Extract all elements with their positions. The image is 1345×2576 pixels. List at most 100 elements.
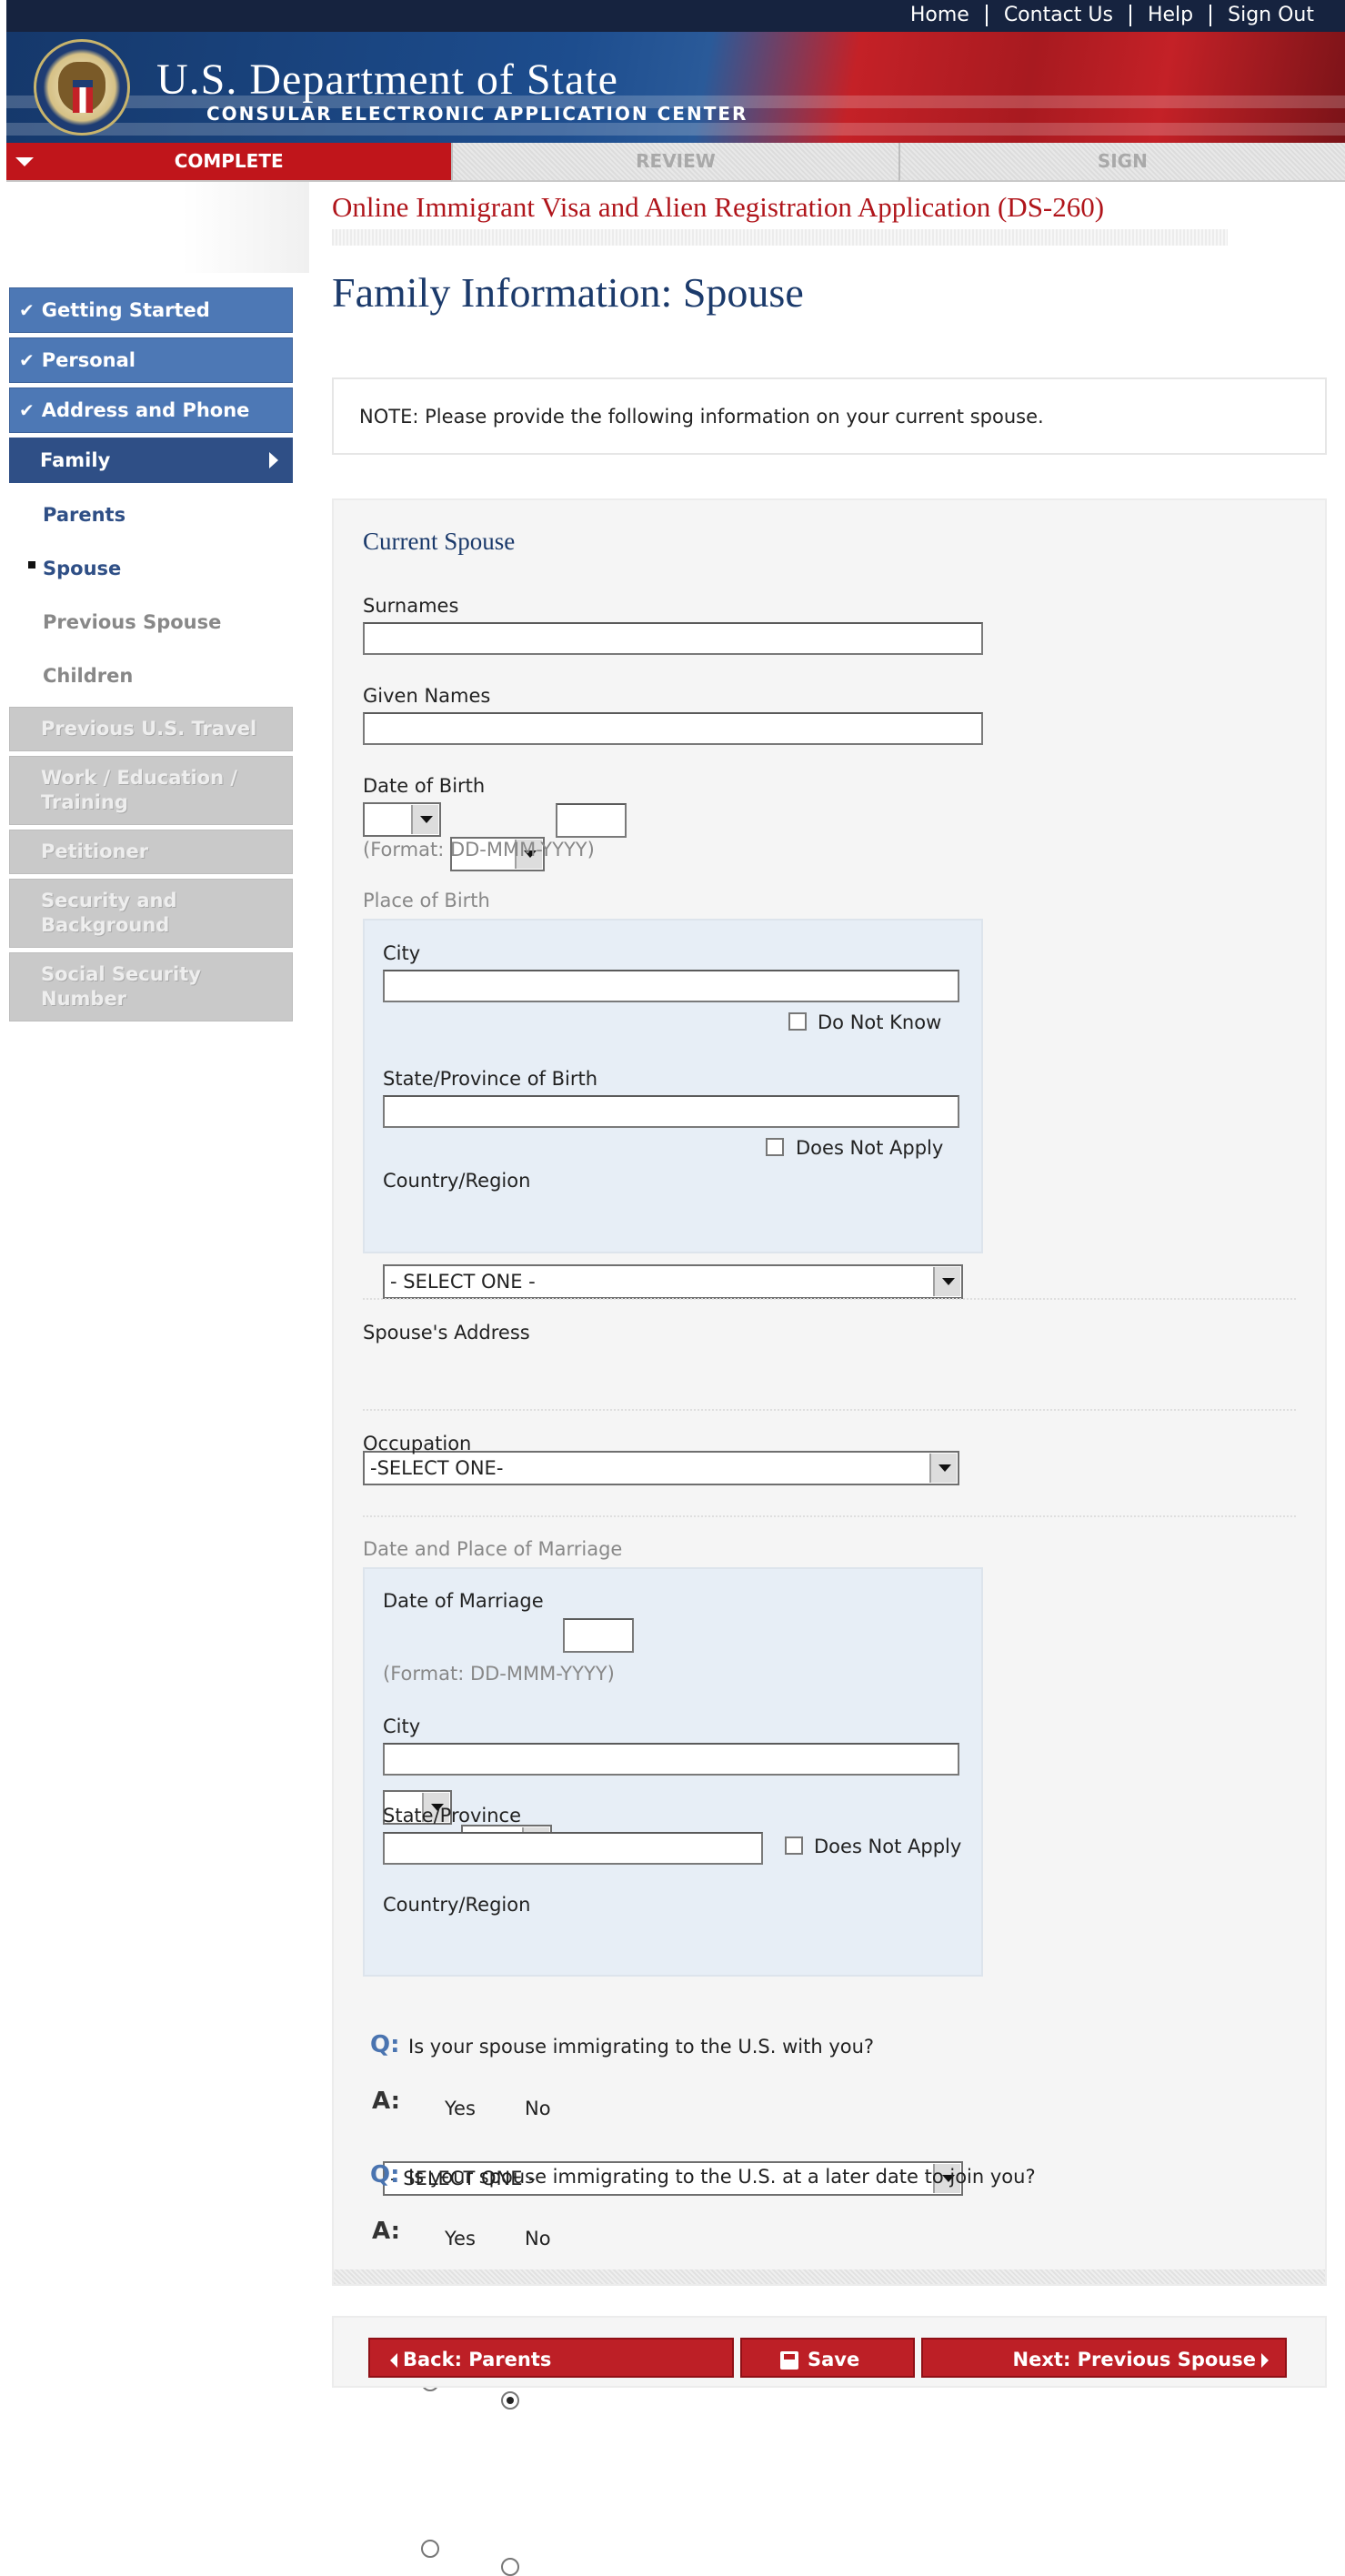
section-divider xyxy=(363,1515,1296,1517)
birth-city-do-not-know-checkbox[interactable] xyxy=(788,1012,807,1031)
home-link[interactable]: Home xyxy=(894,5,986,26)
sidebar-item-label: Security and Background xyxy=(41,890,177,936)
save-disk-icon xyxy=(780,2351,798,2370)
select-value: -SELECT ONE- xyxy=(370,1457,504,1479)
shield-icon xyxy=(73,80,93,113)
marriage-state-input[interactable] xyxy=(383,1832,763,1865)
sidebar-item-label: Spouse xyxy=(43,557,122,579)
question-immigrating-later: Is your spouse immigrating to the U.S. a… xyxy=(408,2166,1036,2188)
step-sign-label: SIGN xyxy=(1097,150,1148,172)
spouse-address-select[interactable]: -SELECT ONE- xyxy=(363,1451,959,1485)
birth-city-label: City xyxy=(383,942,421,964)
step-complete-label: COMPLETE xyxy=(174,150,284,172)
does-not-apply-label: Does Not Apply xyxy=(796,1137,944,1159)
surnames-input[interactable] xyxy=(363,622,983,655)
note-box: NOTE: Please provide the following infor… xyxy=(332,377,1327,455)
sidebar-item-label: Parents xyxy=(43,503,126,526)
sidebar-item-label: Personal xyxy=(41,349,136,371)
section-divider xyxy=(363,1298,1296,1300)
application-title: Online Immigrant Visa and Alien Registra… xyxy=(332,191,1105,223)
step-review-label: REVIEW xyxy=(636,150,716,172)
department-title: U.S. Department of State xyxy=(156,55,618,104)
step-complete: COMPLETE xyxy=(6,143,452,182)
dropdown-arrow-icon xyxy=(929,1454,957,1483)
dob-year-input[interactable] xyxy=(556,803,627,838)
flag-stripe xyxy=(6,123,1345,136)
occupation-label: Occupation xyxy=(363,1433,472,1454)
date-of-marriage-label: Date of Marriage xyxy=(383,1590,544,1612)
q2-yes-radio[interactable] xyxy=(421,2540,439,2558)
spouse-address-label: Spouse's Address xyxy=(363,1322,530,1343)
select-value: - SELECT ONE - xyxy=(390,1271,536,1293)
contact-us-link[interactable]: Contact Us xyxy=(985,5,1129,26)
current-bullet-icon xyxy=(28,561,35,569)
page-title: Family Information: Spouse xyxy=(332,269,804,316)
dropdown-arrow-icon xyxy=(411,805,438,834)
q1-no-label: No xyxy=(525,2098,551,2119)
does-not-apply-label: Does Not Apply xyxy=(814,1836,962,1857)
chevron-right-icon xyxy=(269,452,278,468)
birth-state-input[interactable] xyxy=(383,1095,959,1128)
sidebar-item-personal[interactable]: ✔ Personal xyxy=(9,337,293,383)
sidebar-nav: ✔ Getting Started ✔ Personal ✔ Address a… xyxy=(9,287,293,1021)
sidebar-item-getting-started[interactable]: ✔ Getting Started xyxy=(9,287,293,333)
sidebar-item-label: Work / Education / Training xyxy=(41,767,237,813)
answer-marker: A: xyxy=(372,2218,401,2245)
save-button-label: Save xyxy=(808,2349,860,2370)
sidebar-item-security-background: Security and Background xyxy=(9,879,293,948)
marriage-city-input[interactable] xyxy=(383,1743,959,1776)
surnames-label: Surnames xyxy=(363,595,459,617)
checkmark-icon: ✔ xyxy=(19,399,35,421)
sidebar-item-label: Social Security Number xyxy=(41,963,201,1010)
next-button-label: Next: Previous Spouse xyxy=(1012,2349,1256,2370)
marriage-city-label: City xyxy=(383,1716,421,1737)
sign-out-link[interactable]: Sign Out xyxy=(1209,5,1330,26)
sidebar-item-label: Petitioner xyxy=(41,840,149,862)
birth-country-select[interactable]: - SELECT ONE - xyxy=(383,1264,963,1299)
top-link-bar: Home Contact Us Help Sign Out xyxy=(6,0,1345,32)
birth-state-does-not-apply-checkbox[interactable] xyxy=(766,1138,784,1156)
help-link[interactable]: Help xyxy=(1129,5,1209,26)
dob-day-select[interactable] xyxy=(363,802,441,837)
sidebar-subitem-children[interactable]: Children xyxy=(9,649,293,702)
sidebar-item-previous-us-travel: Previous U.S. Travel xyxy=(9,707,293,751)
sidebar-subitem-parents[interactable]: Parents xyxy=(9,488,293,541)
step-review: REVIEW xyxy=(451,143,898,182)
sidebar-item-address-and-phone[interactable]: ✔ Address and Phone xyxy=(9,387,293,433)
checkmark-icon: ✔ xyxy=(19,299,35,321)
answer-marker: A: xyxy=(372,2088,401,2115)
marriage-format-hint: (Format: DD-MMM-YYYY) xyxy=(383,1663,615,1685)
marriage-year-input[interactable] xyxy=(563,1618,634,1653)
sidebar-subitem-previous-spouse[interactable]: Previous Spouse xyxy=(9,595,293,649)
birth-country-label: Country/Region xyxy=(383,1170,531,1192)
marriage-country-label: Country/Region xyxy=(383,1894,531,1916)
marriage-state-does-not-apply-checkbox[interactable] xyxy=(785,1836,803,1855)
header-banner: U.S. Department of State CONSULAR ELECTR… xyxy=(6,32,1345,143)
given-names-input[interactable] xyxy=(363,712,983,745)
sidebar-item-work-education: Work / Education / Training xyxy=(9,756,293,825)
sidebar-subitem-spouse[interactable]: Spouse xyxy=(9,541,293,595)
department-seal-icon xyxy=(34,39,130,136)
back-parents-button[interactable]: Back: Parents xyxy=(368,2338,734,2378)
department-subtitle: CONSULAR ELECTRONIC APPLICATION CENTER xyxy=(206,103,748,125)
q2-no-radio[interactable] xyxy=(501,2558,519,2576)
top-links: Home Contact Us Help Sign Out xyxy=(894,5,1330,26)
birth-state-label: State/Province of Birth xyxy=(383,1068,598,1090)
next-previous-spouse-button[interactable]: Next: Previous Spouse xyxy=(921,2338,1287,2378)
q2-no-label: No xyxy=(525,2228,551,2249)
dropdown-arrow-icon xyxy=(933,1267,960,1296)
do-not-know-label: Do Not Know xyxy=(818,1011,942,1033)
sidebar-item-label: Previous Spouse xyxy=(43,610,222,633)
birth-city-input[interactable] xyxy=(383,970,959,1002)
q1-no-radio[interactable] xyxy=(501,2391,519,2410)
chevron-right-icon xyxy=(1261,2353,1269,2368)
sidebar-item-family[interactable]: Family xyxy=(9,438,293,483)
question-marker: Q: xyxy=(370,2031,400,2058)
back-button-label: Back: Parents xyxy=(403,2349,552,2370)
question-immigrating-with-you: Is your spouse immigrating to the U.S. w… xyxy=(408,2036,875,2058)
sidebar-item-petitioner: Petitioner xyxy=(9,830,293,874)
save-button[interactable]: Save xyxy=(740,2338,915,2378)
current-spouse-title: Current Spouse xyxy=(363,528,516,555)
site-header: Home Contact Us Help Sign Out U.S. Depar… xyxy=(6,0,1345,143)
question-marker: Q: xyxy=(370,2161,400,2189)
